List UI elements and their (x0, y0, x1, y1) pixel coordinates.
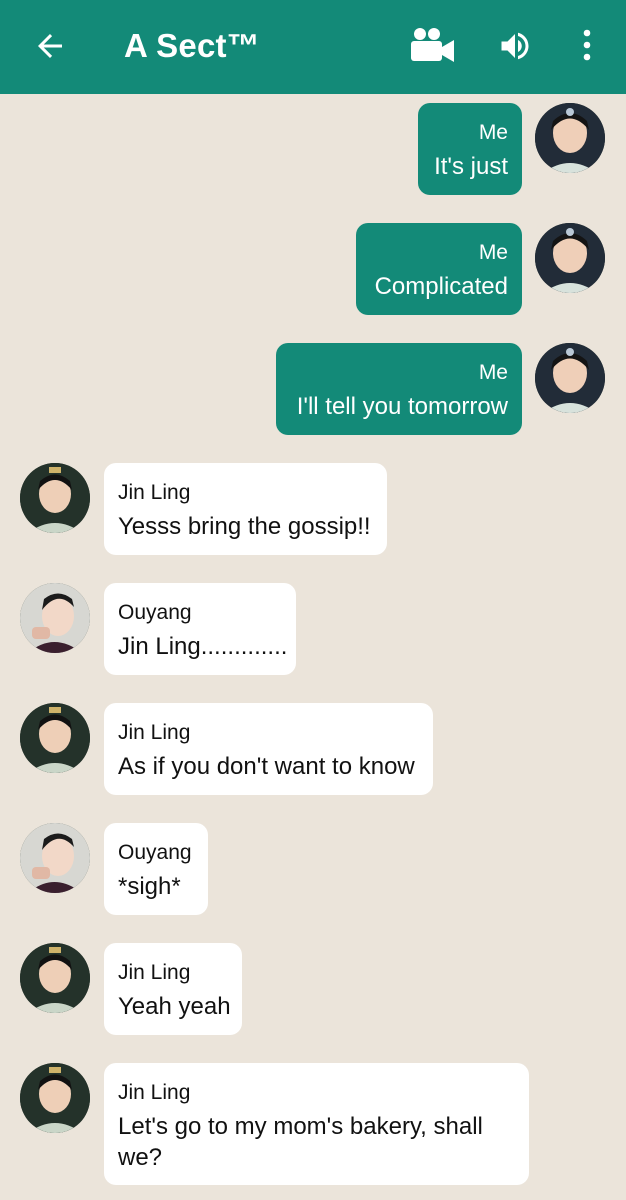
message-bubble[interactable]: Jin Ling Let's go to my mom's bakery, sh… (104, 1063, 529, 1185)
message-bubble[interactable]: Ouyang Jin Ling............. (104, 583, 296, 675)
message-bubble[interactable]: Jin Ling Yesss bring the gossip!! (104, 463, 387, 555)
message-bubble[interactable]: Jin Ling As if you don't want to know (104, 703, 433, 795)
avatar-image (535, 103, 605, 173)
avatar-image (20, 463, 90, 533)
message-sender: Me (478, 241, 508, 264)
avatar[interactable] (535, 103, 605, 173)
message-sender: Me (478, 361, 508, 384)
message-text: Yeah yeah (118, 993, 231, 1020)
avatar[interactable] (535, 223, 605, 293)
avatar[interactable] (20, 943, 90, 1013)
back-button[interactable] (32, 28, 68, 64)
message-bubble[interactable]: Me I'll tell you tomorrow (276, 343, 522, 435)
message-sender: Jin Ling (118, 721, 191, 744)
message-bubble[interactable]: Me It's just (418, 103, 522, 195)
avatar[interactable] (20, 703, 90, 773)
avatar-image (20, 703, 90, 773)
avatar-image (20, 1063, 90, 1133)
volume-button[interactable] (497, 26, 533, 66)
message-text: Yesss bring the gossip!! (118, 513, 371, 540)
avatar[interactable] (20, 1063, 90, 1133)
message-thread[interactable]: Me It's just Me Complicated Me I'll tell… (0, 94, 626, 1200)
avatar-image (535, 223, 605, 293)
avatar[interactable] (20, 823, 90, 893)
avatar-image (20, 583, 90, 653)
message-sender: Jin Ling (118, 481, 191, 504)
message-text: Complicated (374, 273, 508, 300)
message-sender: Me (478, 121, 508, 144)
more-options-button[interactable] (576, 26, 598, 66)
avatar-image (20, 823, 90, 893)
message-text: As if you don't want to know (118, 753, 415, 780)
message-text: *sigh* (118, 873, 181, 900)
video-camera-icon (411, 28, 454, 62)
arrow-left-icon (38, 34, 62, 58)
video-call-button[interactable] (408, 26, 456, 66)
more-vertical-icon (583, 29, 591, 61)
message-text: Jin Ling............. (118, 633, 288, 660)
message-bubble[interactable]: Ouyang *sigh* (104, 823, 208, 915)
app-header: A Sect™ (0, 0, 626, 94)
message-text: Let's go to my mom's bakery, shall we? (118, 1113, 483, 1171)
message-sender: Ouyang (118, 601, 192, 624)
message-sender: Jin Ling (118, 961, 191, 984)
message-text: It's just (434, 153, 508, 180)
chat-title[interactable]: A Sect™ (124, 26, 260, 66)
avatar[interactable] (20, 583, 90, 653)
message-bubble[interactable]: Jin Ling Yeah yeah (104, 943, 242, 1035)
message-text: I'll tell you tomorrow (296, 393, 508, 420)
message-bubble[interactable]: Me Complicated (356, 223, 522, 315)
avatar-image (20, 943, 90, 1013)
avatar[interactable] (535, 343, 605, 413)
message-sender: Ouyang (118, 841, 192, 864)
avatar-image (535, 343, 605, 413)
speaker-icon (501, 32, 529, 60)
avatar[interactable] (20, 463, 90, 533)
message-sender: Jin Ling (118, 1081, 191, 1104)
